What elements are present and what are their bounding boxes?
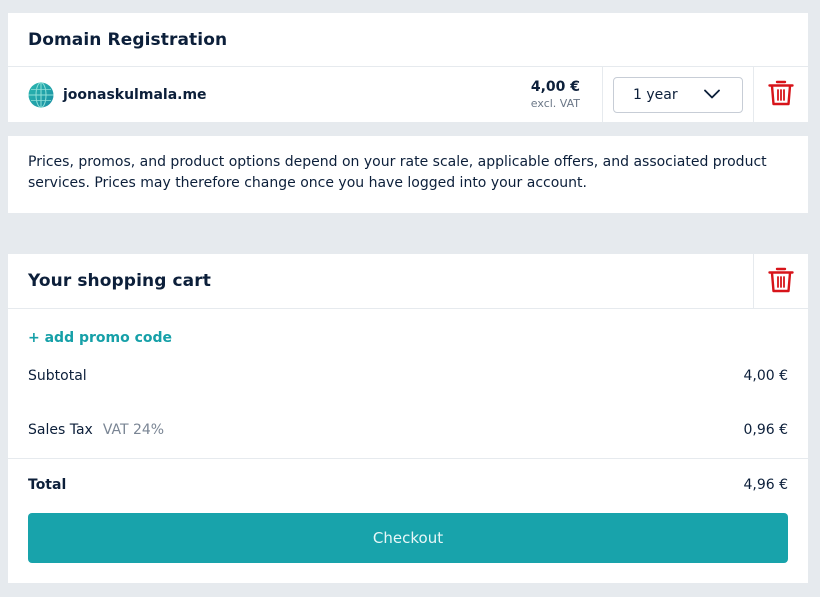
chevron-down-icon [704,87,720,103]
total-value: 4,96 € [743,477,788,493]
domain-item-main: joonaskulmala.me 4,00 € excl. VAT [8,67,602,122]
sales-tax-label: Sales Tax [28,422,93,438]
domain-registration-title: Domain Registration [28,29,228,50]
subtotal-value: 4,00 € [743,368,788,384]
add-promo-code-link[interactable]: + add promo code [28,330,172,346]
sales-tax-row: Sales Tax VAT 24% 0,96 € [28,422,788,438]
domain-price: 4,00 € [530,79,580,95]
domain-price-note: excl. VAT [530,97,580,110]
pricing-info-text: Prices, promos, and product options depe… [28,154,767,191]
period-select[interactable]: 1 year [613,76,743,113]
sales-tax-label-group: Sales Tax VAT 24% [28,422,164,438]
remove-domain-button[interactable] [753,67,808,122]
domain-price-block: 4,00 € excl. VAT [531,78,580,112]
domain-registration-header: Domain Registration [8,13,808,67]
subtotal-row: Subtotal 4,00 € [28,368,788,384]
shopping-cart-header: Your shopping cart [8,254,808,309]
period-select-value: 1 year [633,86,678,103]
subtotal-label: Subtotal [28,368,87,384]
vat-rate-note: VAT 24% [102,422,165,438]
domain-name: joonaskulmala.me [63,86,207,103]
checkout-button[interactable]: Checkout [28,513,788,563]
total-label: Total [28,477,67,493]
trash-icon [768,266,794,297]
period-cell: 1 year [602,67,753,122]
domain-registration-card: Domain Registration joonaskulmala.me 4,0… [8,13,808,122]
total-divider [8,458,808,459]
total-row: Total 4,96 € [28,477,788,493]
clear-cart-button[interactable] [753,254,808,308]
domain-item-row: joonaskulmala.me 4,00 € excl. VAT 1 year [8,67,808,122]
shopping-cart-title: Your shopping cart [28,271,211,291]
globe-icon [28,81,54,108]
trash-icon [768,79,794,110]
shopping-cart-card: Your shopping cart + add promo code Subt… [8,254,808,583]
sales-tax-value: 0,96 € [743,422,788,438]
pricing-info-card: Prices, promos, and product options depe… [8,136,808,213]
